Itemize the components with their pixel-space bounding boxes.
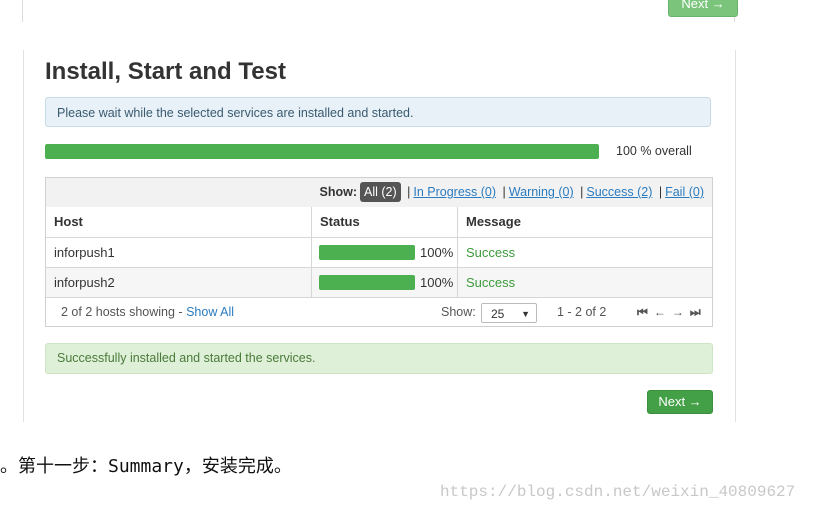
filter-show-label: Show: — [319, 185, 357, 199]
overall-progress-fill — [45, 144, 599, 159]
filter-warning[interactable]: Warning (0) — [509, 185, 574, 199]
host-name[interactable]: inforpush1 — [46, 238, 312, 267]
host-progress-percent: 100% — [420, 275, 454, 290]
install-panel: Install, Start and Test Please wait whil… — [23, 50, 736, 422]
hosts-table: Show: All (2) | In Progress (0) | Warning (… — [45, 177, 713, 327]
table-row: inforpush1 100% Success — [46, 238, 712, 268]
host-progress-bar — [319, 245, 415, 260]
page-size-value: 25 — [491, 307, 505, 321]
filter-in-progress[interactable]: In Progress (0) — [413, 185, 496, 199]
first-page-icon[interactable]: ⏮ — [637, 305, 654, 319]
column-header-host[interactable]: Host — [46, 207, 312, 237]
filter-fail[interactable]: Fail (0) — [665, 185, 704, 199]
hosts-count: 2 of 2 hosts showing - Show All — [61, 298, 234, 326]
filter-success[interactable]: Success (2) — [586, 185, 652, 199]
chevron-down-icon: ▼ — [521, 309, 530, 319]
page-range: 1 - 2 of 2 — [557, 305, 607, 319]
pager: ⏮←→⏭ — [637, 298, 707, 326]
host-message[interactable]: Success — [458, 238, 712, 267]
watermark: https://blog.csdn.net/weixin_40809627 — [440, 483, 796, 501]
table-row: inforpush2 100% Success — [46, 268, 712, 298]
success-notice: Successfully installed and started the s… — [45, 343, 713, 374]
filter-bar: Show: All (2) | In Progress (0) | Warning (… — [46, 178, 712, 208]
overall-progress-bar — [45, 144, 599, 159]
host-progress-bar — [319, 275, 415, 290]
host-message[interactable]: Success — [458, 268, 712, 297]
filter-separator: | — [580, 185, 584, 199]
page-size-select[interactable]: 25 ▼ — [481, 303, 537, 323]
divider — [22, 0, 23, 22]
column-header-message[interactable]: Message — [458, 207, 712, 237]
host-progress-percent: 100% — [420, 245, 454, 260]
previous-page-strip: Next → — [0, 0, 819, 24]
next-button[interactable]: Next → — [647, 390, 713, 414]
caption: 。第十一步：Summary，安装完成。 — [0, 452, 292, 478]
prev-page-icon[interactable]: ← — [654, 305, 672, 319]
host-name[interactable]: inforpush2 — [46, 268, 312, 297]
column-header-status[interactable]: Status — [312, 207, 458, 237]
filter-separator: | — [658, 185, 663, 199]
filter-separator: | — [407, 185, 411, 199]
next-page-icon[interactable]: → — [672, 305, 690, 319]
caption-text: 第十一步：Summary，安装完成。 — [18, 456, 292, 477]
hosts-showing-text: 2 of 2 hosts showing - — [61, 305, 187, 319]
info-notice: Please wait while the selected services … — [45, 97, 711, 127]
filter-separator: | — [502, 185, 506, 199]
previous-next-button[interactable]: Next → — [668, 0, 738, 17]
page-size-label: Show: — [441, 305, 476, 319]
caption-marker: 。 — [0, 456, 18, 477]
filter-all[interactable]: All (2) — [359, 182, 401, 202]
host-status: 100% — [312, 268, 458, 297]
table-footer: 2 of 2 hosts showing - Show All Show: 25… — [46, 298, 712, 326]
last-page-icon[interactable]: ⏭ — [690, 305, 707, 319]
table-header: Host Status Message — [46, 207, 712, 238]
show-all-link[interactable]: Show All — [186, 305, 234, 319]
overall-progress-label: 100 % overall — [616, 144, 692, 158]
host-status: 100% — [312, 238, 458, 267]
page-title: Install, Start and Test — [45, 58, 286, 85]
